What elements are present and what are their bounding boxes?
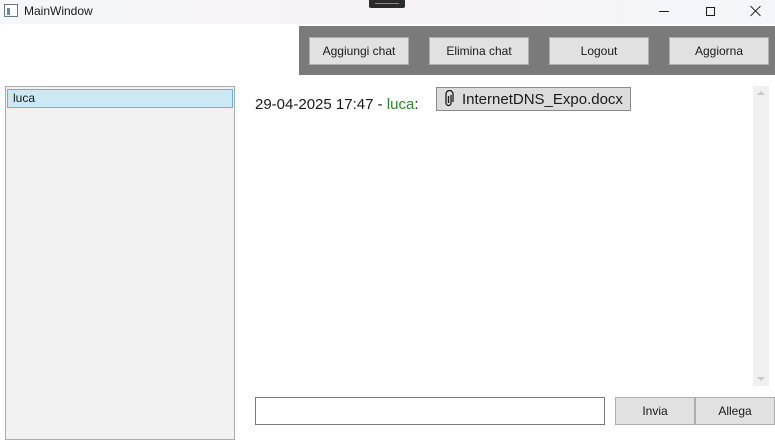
delete-chat-button[interactable]: Elimina chat [429, 37, 529, 65]
maximize-button[interactable] [687, 0, 733, 22]
maximize-icon [705, 6, 715, 16]
chat-list[interactable]: luca [5, 86, 235, 440]
arrow-up-icon [757, 91, 765, 95]
message-area: 29-04-2025 17:47 - luca: InternetDNS_Exp… [250, 85, 770, 387]
message-colon: : [414, 96, 419, 113]
message-row: 29-04-2025 17:47 - luca: [255, 96, 418, 113]
close-icon [750, 5, 762, 17]
message-sender: luca [386, 96, 415, 113]
message-timestamp: 29-04-2025 17:47 [255, 96, 374, 113]
attachment-filename: InternetDNS_Expo.docx [462, 90, 623, 108]
send-button[interactable]: Invia [615, 397, 695, 425]
message-separator: - [373, 96, 387, 113]
scroll-down-button[interactable] [753, 372, 769, 386]
scroll-up-button[interactable] [753, 86, 769, 100]
add-chat-button[interactable]: Aggiungi chat [309, 37, 409, 65]
window-drag-handle-icon [369, 0, 405, 8]
window-title: MainWindow [24, 4, 93, 18]
minimize-button[interactable] [641, 0, 687, 22]
message-scrollbar[interactable] [753, 86, 769, 386]
main-window: MainWindow Aggiungi chat Elimina chat Lo… [0, 0, 775, 444]
refresh-button[interactable]: Aggiorna [669, 37, 769, 65]
app-window-icon [4, 4, 18, 17]
close-button[interactable] [733, 0, 775, 22]
attach-button[interactable]: Allega [695, 397, 775, 425]
toolbar: Aggiungi chat Elimina chat Logout Aggior… [299, 26, 775, 75]
attachment-button[interactable]: InternetDNS_Expo.docx [436, 87, 631, 111]
chat-list-item-luca[interactable]: luca [7, 89, 233, 108]
logout-button[interactable]: Logout [549, 37, 649, 65]
arrow-down-icon [757, 377, 765, 381]
title-bar[interactable]: MainWindow [0, 0, 775, 24]
minimize-icon [659, 10, 669, 12]
message-input[interactable] [255, 397, 605, 425]
paperclip-icon [445, 90, 454, 107]
